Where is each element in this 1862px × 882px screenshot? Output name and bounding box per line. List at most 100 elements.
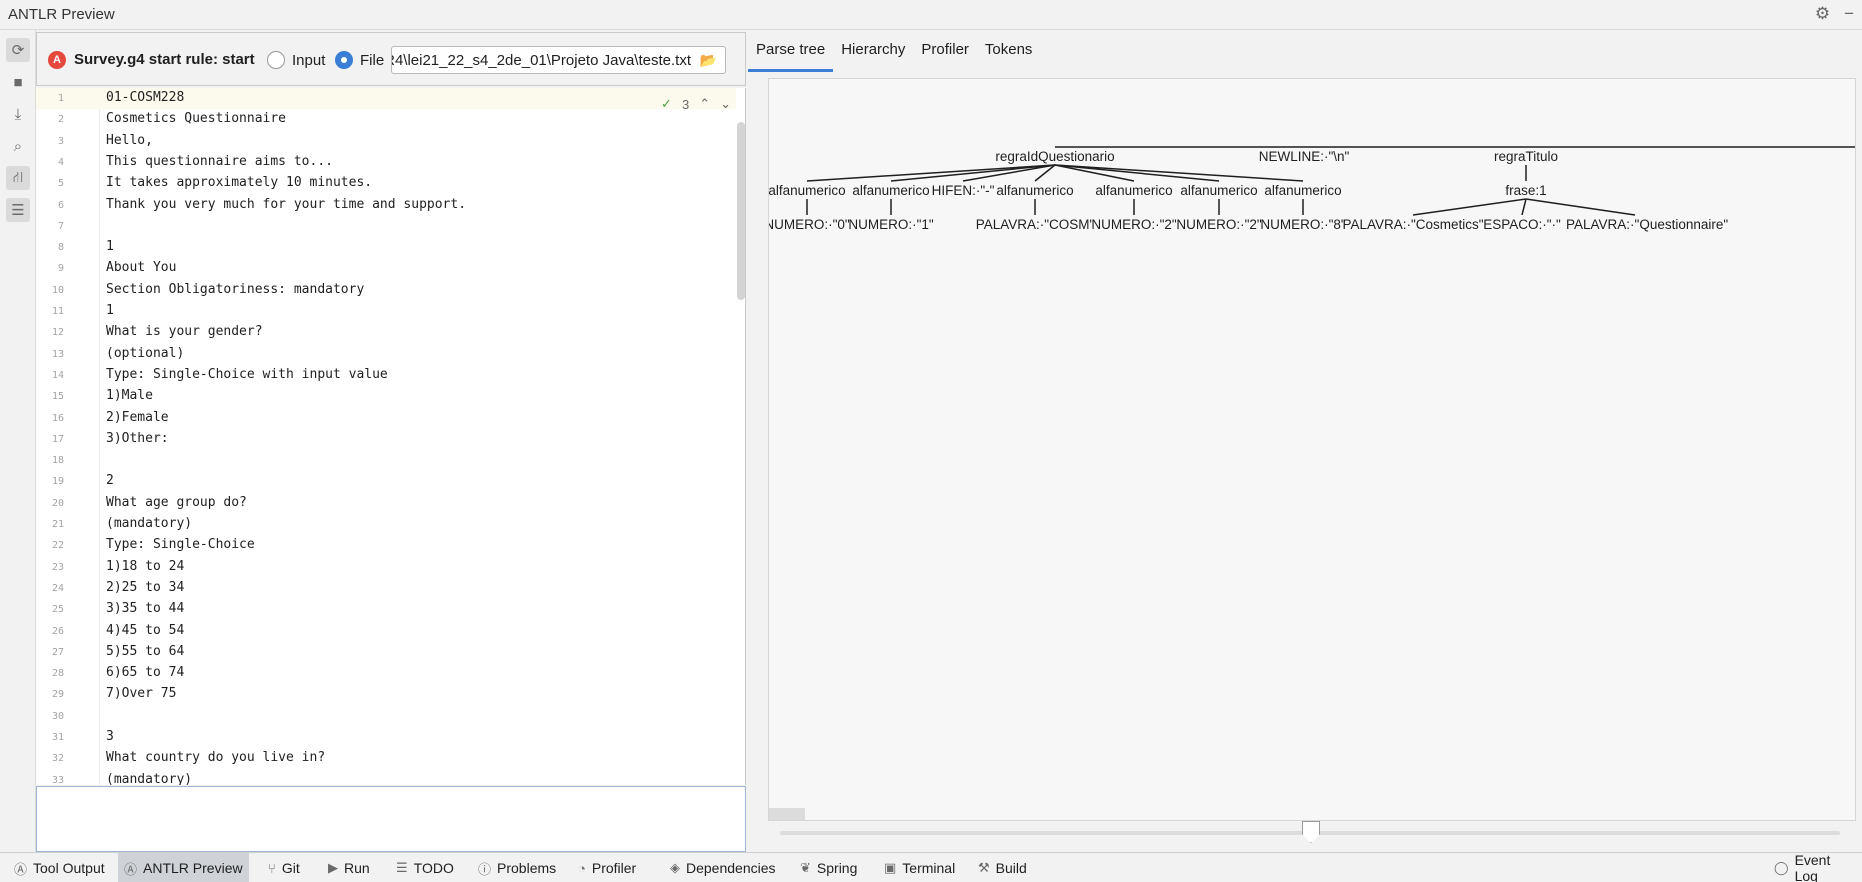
info-icon: ⓘ [478,861,492,877]
tool-output-button[interactable]: Ⓐ Tool Output [8,853,111,882]
editor-line[interactable]: 22 Type: Single-Choice [36,535,736,556]
chevron-up-icon[interactable]: ⌃ [699,96,710,112]
hierarchy-icon[interactable]: ☰ [6,198,30,222]
todo-button[interactable]: ☰ TODO [390,853,460,882]
tree-node[interactable]: frase:1 [1505,183,1546,198]
terminal-button[interactable]: ▣ Terminal [878,853,961,882]
chevron-down-icon[interactable]: ⌄ [720,96,731,112]
editor-line[interactable]: 26 4)45 to 54 [36,621,736,642]
tree-node[interactable]: NUMERO:·"1" [848,217,933,232]
line-number: 21 [51,519,64,530]
editor-line[interactable]: 3 Hello, [36,131,736,152]
window-title: ANTLR Preview [8,6,115,23]
editor-line[interactable]: 13 (optional) [36,344,736,365]
tree-node[interactable]: NUMERO:·"8" [1260,217,1345,232]
refresh-icon[interactable]: ⟳ [6,38,30,62]
editor-line[interactable]: 18 [36,450,736,471]
editor-line[interactable]: 12 What is your gender? [36,322,736,343]
tab-profiler[interactable]: Profiler [913,30,977,72]
profiler-button[interactable]: ◔ Profiler [572,853,642,882]
tab-parse-tree[interactable]: Parse tree [748,30,834,72]
antlr-icon: Ⓐ [14,861,28,877]
tree-horizontal-scrollbar[interactable] [769,808,805,820]
editor-line[interactable]: 33 (mandatory) [36,770,736,785]
tree-node[interactable]: HIFEN:·"-" [932,183,995,198]
editor-line[interactable]: 9 About You [36,258,736,279]
editor-line[interactable]: 24 2)25 to 34 [36,578,736,599]
tree-node[interactable]: ESPACO:·"·" [1483,217,1561,232]
gear-icon[interactable]: ⚙ [1815,4,1830,24]
editor-line[interactable]: 5 It takes approximately 10 minutes. [36,173,736,194]
editor-line[interactable]: 19 2 [36,471,736,492]
editor-line[interactable]: 28 6)65 to 74 [36,663,736,684]
editor-line[interactable]: 15 1)Male [36,386,736,407]
tree-node[interactable]: PALAVRA:·"COSM" [976,217,1095,232]
line-text: 1)18 to 24 [106,558,185,574]
tree-node[interactable]: alfanumerico [996,183,1073,198]
tree-node[interactable]: NUMERO:·"2" [1176,217,1261,232]
git-button[interactable]: ⑂ Git [262,853,306,882]
tree-node[interactable]: alfanumerico [1095,183,1172,198]
stop-icon[interactable]: ■ [6,70,30,94]
tree-view-icon[interactable]: ⛙ [6,166,30,190]
editor-line[interactable]: 11 1 [36,301,736,322]
editor-line[interactable]: 1 01-COSM228 [36,88,736,110]
tree-node[interactable]: alfanumerico [769,183,846,198]
editor-line[interactable]: 81 [36,237,736,258]
tree-node[interactable]: NEWLINE:·"\n" [1259,149,1350,164]
search-icon[interactable]: ⌕ [6,134,30,158]
list-icon: ☰ [396,860,408,875]
hammer-icon: ⚒ [978,860,990,875]
problems-button[interactable]: ⓘ Problems [472,853,562,882]
parse-tree-canvas[interactable]: regraIdQuestionario NEWLINE:·"\n" regraT… [768,78,1856,821]
line-number: 15 [51,391,64,403]
editor-line[interactable]: 16 2)Female [36,408,736,429]
editor-line[interactable]: 10 Section Obligatoriness: mandatory [36,280,736,301]
antlr-preview-button[interactable]: Ⓐ ANTLR Preview [118,853,249,882]
dependencies-button[interactable]: ◈ Dependencies [664,853,782,882]
run-button[interactable]: ▶ Run [322,853,376,882]
folder-open-icon[interactable]: 📂 [700,52,717,69]
tree-node[interactable]: regraTitulo [1494,149,1558,164]
editor-line[interactable]: 31 3 [36,727,736,748]
editor-line[interactable]: 30 [36,706,736,727]
tab-hierarchy[interactable]: Hierarchy [833,30,913,72]
editor-line[interactable]: 20 What age group do? [36,493,736,514]
editor-line[interactable]: 29 7)Over 75 [36,684,736,705]
editor-line[interactable]: 17 3)Other: [36,429,736,450]
inspection-widget[interactable]: ✓ 3 ⌃ ⌄ [661,96,731,112]
editor-line[interactable]: 7 [36,216,736,237]
tree-node[interactable]: alfanumerico [852,183,929,198]
editor-line[interactable]: 21 (mandatory) [36,514,736,535]
line-text: 1 [106,303,114,318]
right-tabs: Parse tree Hierarchy Profiler Tokens [748,30,1040,72]
editor-line[interactable]: 14 Type: Single-Choice with input value [36,365,736,386]
file-radio[interactable] [335,51,353,69]
editor-line[interactable]: 32 What country do you live in? [36,748,736,769]
tree-node[interactable]: regraIdQuestionario [995,149,1114,164]
editor-line[interactable]: 4 This questionnaire aims to... [36,152,736,173]
tree-node[interactable]: alfanumerico [1264,183,1341,198]
download-icon[interactable]: ⤓ [6,102,30,126]
spring-button[interactable]: ❦ Spring [794,853,863,882]
tree-node[interactable]: PALAVRA:·"Questionnaire" [1566,217,1728,232]
tree-node[interactable]: NUMERO:·"2" [1091,217,1176,232]
editor-line[interactable]: 27 5)55 to 64 [36,642,736,663]
minimize-icon[interactable]: − [1844,4,1854,24]
tree-node[interactable]: PALAVRA:·"Cosmetics" [1342,217,1483,232]
build-button[interactable]: ⚒ Build [972,853,1033,882]
event-log-button[interactable]: ◯ Event Log [1768,852,1862,882]
tree-node[interactable]: NUMERO:·"0" [769,217,850,232]
editor-line[interactable]: 2 Cosmetics Questionnaire [36,109,736,130]
input-radio[interactable] [267,51,285,69]
editor-line[interactable]: 6 Thank you very much for your time and s… [36,195,736,216]
editor-scrollbar[interactable] [737,122,745,300]
console-output[interactable] [36,786,746,852]
input-editor[interactable]: 1 01-COSM228 2 Cosmetics Questionnaire 3 Hell… [36,88,746,785]
editor-line[interactable]: 23 1)18 to 24 [36,557,736,578]
zoom-slider-thumb[interactable] [1302,821,1320,843]
editor-line[interactable]: 25 3)35 to 44 [36,599,736,620]
tab-tokens[interactable]: Tokens [977,30,1041,72]
tree-node[interactable]: alfanumerico [1180,183,1257,198]
file-path-field[interactable]: R4\lei21_22_s4_2de_01\Projeto Java\teste… [391,46,726,74]
